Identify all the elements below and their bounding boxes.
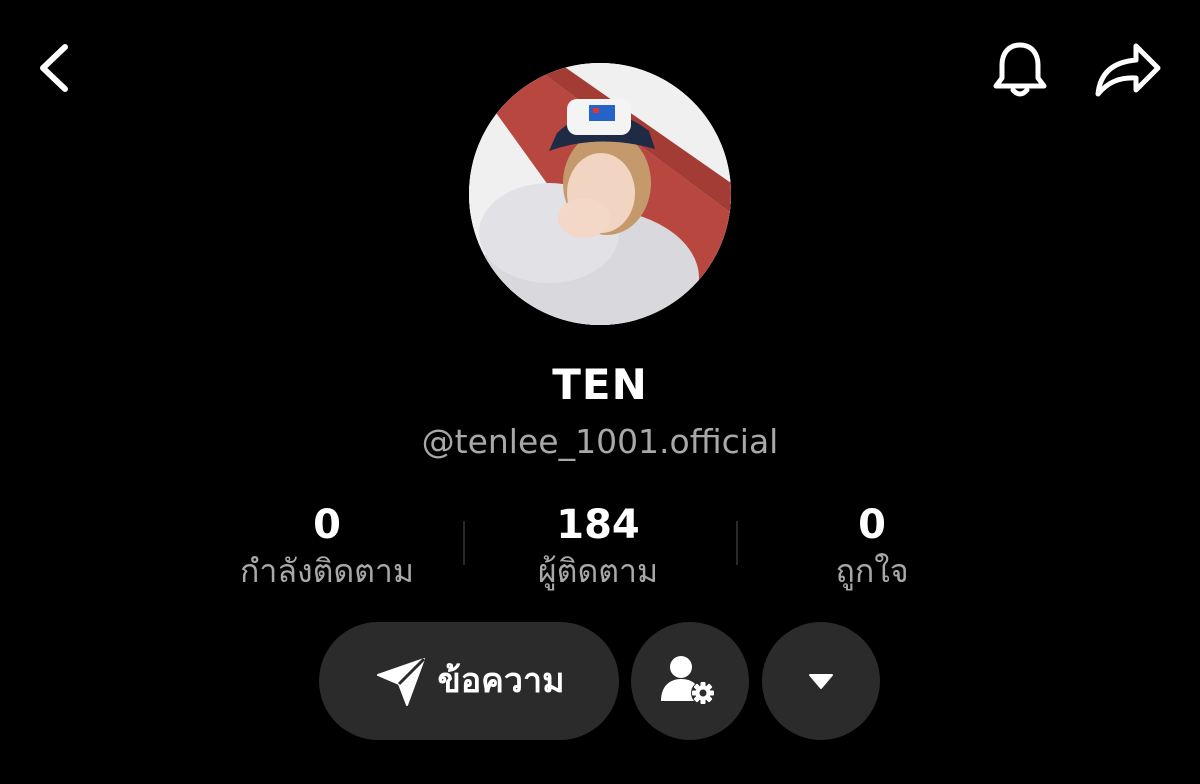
- share-arrow-icon[interactable]: [1092, 40, 1164, 100]
- stat-followers[interactable]: 184 ผู้ติดตาม: [448, 500, 748, 592]
- stat-following-label: กำลังติดตาม: [240, 552, 414, 590]
- paper-plane-icon: [377, 657, 426, 706]
- avatar[interactable]: [469, 63, 731, 325]
- caret-down-icon: [809, 674, 833, 689]
- message-button-label: ข้อความ: [437, 661, 565, 701]
- user-gear-icon: [661, 656, 715, 705]
- bell-icon[interactable]: [988, 38, 1052, 102]
- stat-following-value: 0: [313, 502, 341, 548]
- display-name: TEN: [552, 360, 648, 409]
- stat-following[interactable]: 0 กำลังติดตาม: [177, 500, 477, 592]
- stat-likes-label: ถูกใจ: [835, 552, 909, 590]
- stat-likes[interactable]: 0 ถูกใจ: [722, 500, 1022, 592]
- stat-followers-value: 184: [556, 502, 640, 548]
- chevron-left-icon[interactable]: [30, 38, 80, 98]
- message-button[interactable]: ข้อความ: [319, 622, 619, 740]
- username-handle: @tenlee_1001.official: [421, 422, 779, 461]
- more-options-button[interactable]: [762, 622, 880, 740]
- stat-likes-value: 0: [858, 502, 886, 548]
- manage-profile-button[interactable]: [631, 622, 749, 740]
- stat-followers-label: ผู้ติดตาม: [537, 552, 659, 590]
